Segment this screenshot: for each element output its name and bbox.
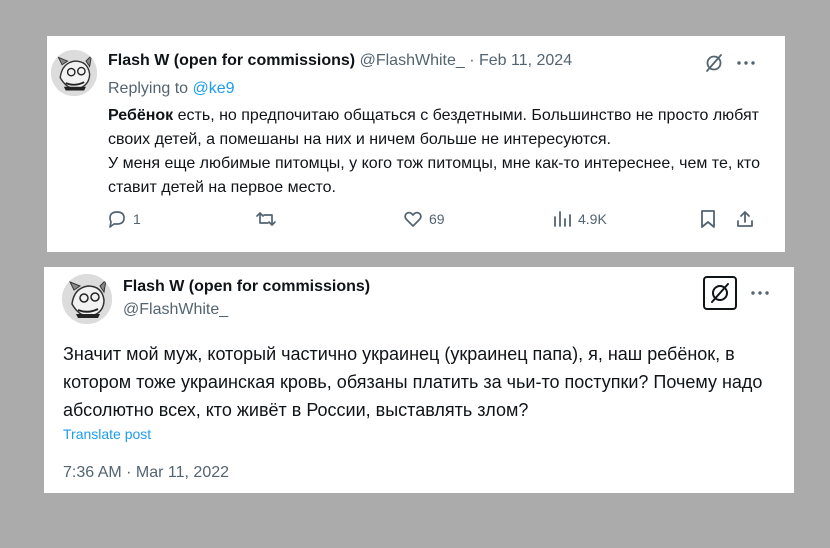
handle[interactable]: @FlashWhite_	[360, 52, 465, 69]
avatar-image	[62, 274, 112, 324]
display-name[interactable]: Flash W (open for commissions)	[123, 278, 370, 296]
share-button[interactable]	[735, 208, 755, 230]
more-icon[interactable]	[748, 282, 772, 304]
views-button[interactable]: 4.9K	[552, 208, 607, 230]
retweet-icon	[256, 212, 276, 226]
avatar[interactable]	[62, 274, 112, 324]
tweet-card-main[interactable]: Flash W (open for commissions) @FlashWhi…	[44, 267, 794, 493]
grok-icon[interactable]	[703, 276, 737, 310]
reply-count: 1	[133, 211, 141, 227]
bookmark-button[interactable]	[699, 208, 717, 230]
like-icon	[404, 211, 422, 227]
handle[interactable]: @FlashWhite_	[123, 301, 228, 319]
grok-icon[interactable]	[703, 52, 725, 74]
tweet-header: Flash W (open for commissions) @FlashWhi…	[108, 52, 572, 70]
replying-prefix: Replying to	[108, 80, 193, 97]
tweet-text-bold: Ребёнок	[108, 107, 174, 124]
avatar[interactable]	[51, 50, 97, 96]
like-button[interactable]: 69	[403, 208, 445, 230]
display-name[interactable]: Flash W (open for commissions)	[108, 52, 355, 69]
separator: ·	[464, 52, 479, 69]
view-count: 4.9K	[578, 211, 607, 227]
tweet-card-reply[interactable]: Flash W (open for commissions) @FlashWhi…	[47, 36, 785, 252]
replying-to-handle[interactable]: @ke9	[193, 80, 235, 97]
post-timestamp[interactable]: 7:36 AM · Mar 11, 2022	[63, 464, 229, 482]
avatar-image	[51, 50, 97, 96]
tweet-text: Ребёнок есть, но предпочитаю общаться с …	[108, 104, 768, 200]
post-date[interactable]: Feb 11, 2024	[479, 52, 572, 69]
reply-icon	[109, 211, 125, 228]
more-icon[interactable]	[735, 52, 757, 74]
translate-post-link[interactable]: Translate post	[63, 426, 151, 442]
tweet-text-line-1: есть, но предпочитаю общаться с бездетны…	[108, 107, 759, 148]
tweet-text: Значит мой муж, который частично украине…	[63, 344, 763, 420]
views-icon	[554, 211, 571, 227]
replying-to: Replying to @ke9	[108, 80, 235, 98]
tweet-text-paragraph-2: У меня еще любимые питомцы, у кого тож п…	[108, 155, 760, 196]
tweet-text-paragraph-1: Ребёнок есть, но предпочитаю общаться с …	[108, 104, 768, 152]
retweet-button[interactable]	[255, 208, 283, 230]
like-count: 69	[429, 211, 445, 227]
reply-button[interactable]: 1	[107, 208, 141, 230]
bookmark-icon	[701, 210, 715, 228]
share-icon	[737, 211, 753, 227]
